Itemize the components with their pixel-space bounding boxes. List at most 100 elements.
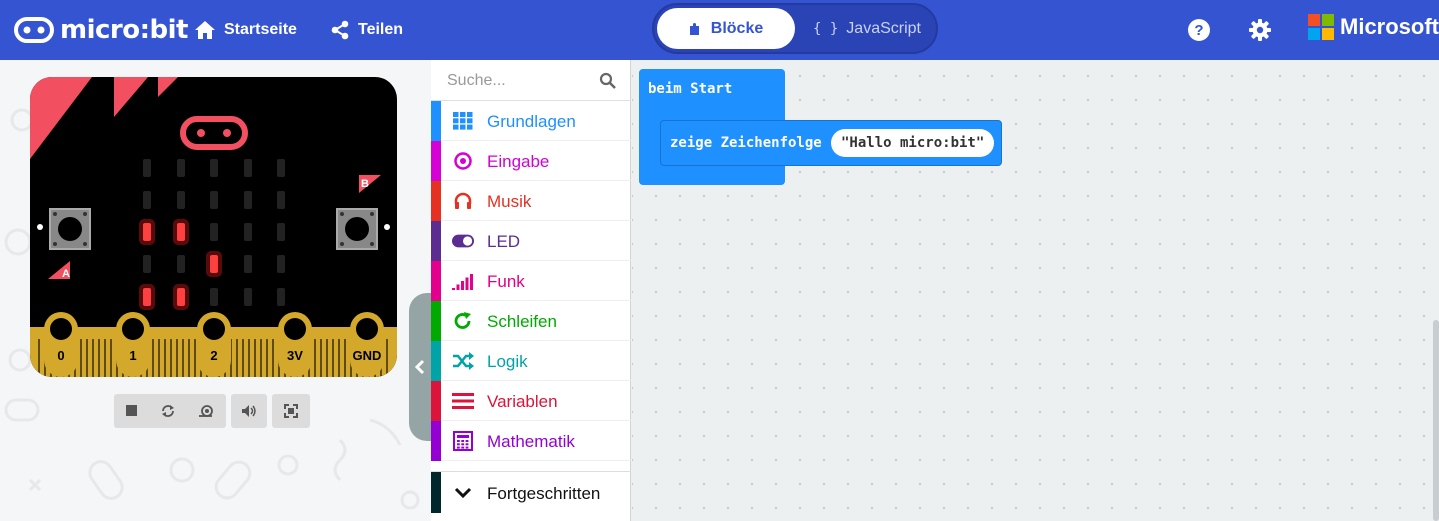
advanced-category[interactable]: Fortgeschritten — [431, 471, 631, 513]
gear-icon — [1249, 19, 1271, 41]
category-led[interactable]: LED — [431, 221, 631, 261]
led-2-4 — [277, 223, 285, 241]
javascript-mode-button[interactable]: { } JavaScript — [800, 8, 934, 49]
sound-icon — [242, 405, 256, 417]
pin-1[interactable]: 1 — [116, 312, 150, 377]
pin-label: GND — [353, 348, 382, 363]
logo-text: micro:bit — [60, 15, 188, 45]
button-a[interactable] — [49, 208, 91, 250]
led-3-3 — [244, 255, 252, 273]
led-3-1 — [177, 255, 185, 273]
string-input[interactable]: "Hallo micro:bit" — [831, 129, 995, 157]
led-0-1 — [177, 159, 185, 177]
help-button[interactable]: ? — [1186, 17, 1212, 43]
microbit-board: A B 0 1 2 3V GND — [30, 77, 397, 377]
category-schleifen[interactable]: Schleifen — [431, 301, 631, 341]
shuffle-icon — [452, 351, 474, 371]
search-input[interactable]: Suche... — [447, 72, 506, 90]
category-variablen[interactable]: Variablen — [431, 381, 631, 421]
settings-button[interactable] — [1247, 17, 1273, 43]
category-color-bar — [431, 341, 441, 381]
category-color-bar — [431, 141, 441, 181]
slow-motion-button[interactable] — [198, 404, 214, 418]
led-1-2 — [210, 191, 218, 209]
on-start-block[interactable]: beim Start zeige Zeichenfolge "Hallo mic… — [639, 69, 1002, 185]
collapse-simulator-button[interactable] — [409, 293, 431, 441]
javascript-mode-label: JavaScript — [846, 19, 921, 37]
led-4-1 — [177, 288, 185, 306]
microsoft-logo-icon — [1308, 14, 1334, 40]
microbit-logo[interactable]: micro:bit — [14, 14, 188, 46]
simulator-panel: A B 0 1 2 3V GND — [0, 60, 431, 521]
pin-0[interactable]: 0 — [44, 312, 78, 377]
stop-button[interactable] — [125, 405, 138, 417]
svg-text:?: ? — [1194, 22, 1203, 39]
category-mathematik[interactable]: Mathematik — [431, 421, 631, 461]
category-label: Musik — [487, 192, 532, 211]
pin-3v[interactable]: 3V — [278, 312, 312, 377]
category-color-bar — [431, 301, 441, 341]
blocks-mode-label: Blöcke — [710, 19, 764, 37]
workspace-scrollbar[interactable] — [1433, 320, 1439, 521]
toggle-icon — [452, 231, 474, 251]
category-logik[interactable]: Logik — [431, 341, 631, 381]
category-musik[interactable]: Musik — [431, 181, 631, 221]
home-label: Startseite — [224, 21, 297, 38]
advanced-label: Fortgeschritten — [487, 484, 601, 503]
blocks-workspace[interactable]: beim Start zeige Zeichenfolge "Hallo mic… — [632, 60, 1439, 521]
led-2-1 — [177, 223, 185, 241]
refresh-icon — [452, 311, 474, 331]
pin-2[interactable]: 2 — [197, 312, 231, 377]
led-1-4 — [277, 191, 285, 209]
led-0-0 — [143, 159, 151, 177]
signal-icon — [452, 271, 474, 291]
category-label: LED — [487, 232, 521, 251]
pin-gnd[interactable]: GND — [350, 312, 384, 377]
led-1-3 — [244, 191, 252, 209]
button-b[interactable] — [336, 208, 378, 250]
show-string-block[interactable]: zeige Zeichenfolge "Hallo micro:bit" — [660, 120, 1002, 166]
blocks-mode-button[interactable]: Blöcke — [657, 8, 795, 49]
puzzle-icon — [689, 22, 699, 35]
category-color-bar — [431, 421, 441, 461]
category-color-bar — [431, 381, 441, 421]
led-4-2 — [210, 288, 218, 306]
category-eingabe[interactable]: Eingabe — [431, 141, 631, 181]
editor-mode-toggle: Blöcke { } JavaScript — [652, 3, 938, 54]
sound-button[interactable] — [231, 394, 267, 428]
fullscreen-button[interactable] — [272, 394, 310, 428]
led-0-4 — [277, 159, 285, 177]
led-1-1 — [177, 191, 185, 209]
pin-label: 2 — [210, 348, 217, 363]
toolbox: Suche... Grundlagen Eingabe Musik LED Fu… — [431, 60, 631, 521]
category-grundlagen[interactable]: Grundlagen — [431, 101, 631, 141]
headphones-icon — [452, 191, 474, 211]
top-bar: micro:bit Startseite Teilen Blöcke { } J… — [0, 0, 1439, 60]
led-0-2 — [210, 159, 218, 177]
on-start-label: beim Start — [648, 81, 733, 97]
led-1-0 — [143, 191, 151, 209]
restart-button[interactable] — [161, 404, 175, 418]
braces-icon: { } — [813, 20, 839, 37]
target-icon — [452, 151, 474, 171]
chevron-down-icon — [454, 487, 472, 499]
button-b-label: B — [361, 178, 369, 190]
advanced-color-bar — [431, 472, 441, 513]
button-a-label: A — [62, 268, 70, 280]
microsoft-brand[interactable]: Microsoft — [1308, 14, 1439, 40]
led-4-0 — [143, 288, 151, 306]
toolbox-search[interactable]: Suche... — [431, 60, 631, 101]
home-button[interactable]: Startseite — [194, 16, 297, 44]
share-button[interactable]: Teilen — [330, 16, 403, 44]
led-matrix — [139, 159, 285, 310]
stop-icon — [125, 405, 137, 416]
search-icon[interactable] — [599, 72, 617, 90]
category-funk[interactable]: Funk — [431, 261, 631, 301]
sim-controls — [114, 394, 226, 428]
category-label: Mathematik — [487, 432, 575, 451]
lines-icon — [452, 391, 474, 411]
led-0-3 — [244, 159, 252, 177]
calculator-icon — [452, 431, 474, 451]
category-label: Variablen — [487, 392, 558, 411]
led-3-2 — [210, 255, 218, 273]
